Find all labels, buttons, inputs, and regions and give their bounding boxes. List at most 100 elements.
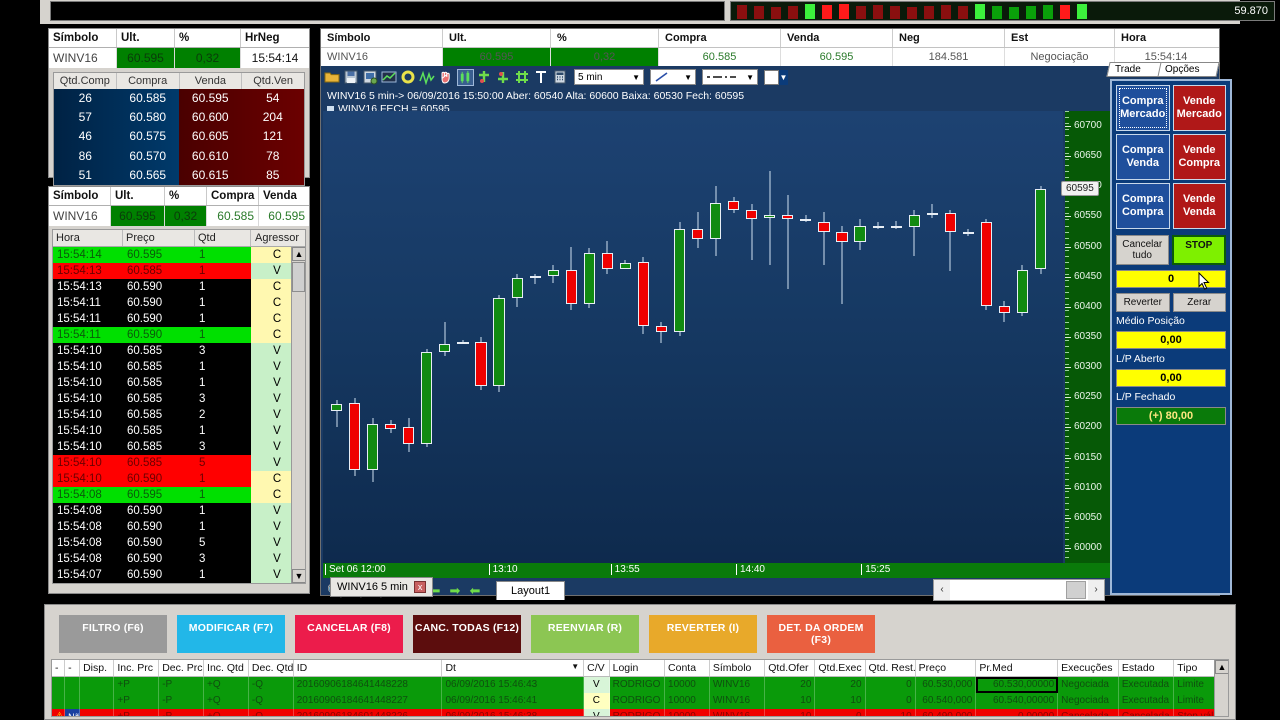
tt-row[interactable]: 15:54:1060.5855V	[53, 455, 305, 471]
book-row[interactable]: 60.600204	[179, 108, 304, 127]
hand-pan-icon[interactable]	[438, 69, 455, 86]
orders-col-header[interactable]: Inc. Prc	[114, 660, 159, 676]
action-button[interactable]: FILTRO (F6)	[59, 615, 167, 653]
open-folder-icon[interactable]	[324, 69, 341, 86]
book-row[interactable]: 8660.570	[54, 147, 179, 166]
color-picker[interactable]: ▼	[764, 70, 788, 85]
tt-row[interactable]: 15:54:0860.5903V	[53, 551, 305, 567]
color-swatch[interactable]	[764, 70, 779, 85]
chevron-down-icon-4[interactable]: ▼	[779, 70, 788, 85]
orders-col-header[interactable]: Dec. Qtd	[249, 660, 294, 676]
order-button-vende-compra[interactable]: VendeCompra	[1173, 134, 1227, 180]
chart-symbol-row[interactable]: WINV16 60.595 0,32 60.585 60.595 184.581…	[321, 48, 1219, 66]
export-chart-icon[interactable]	[381, 69, 398, 86]
add-buy-order-icon[interactable]	[476, 69, 493, 86]
tt-row[interactable]: 15:54:1160.5901C	[53, 311, 305, 327]
reverter-button[interactable]: Reverter	[1116, 293, 1170, 312]
orders-col-header[interactable]: Disp.	[80, 660, 114, 676]
book-row[interactable]: 2660.585	[54, 89, 179, 108]
order-button-compra-compra[interactable]: CompraCompra	[1116, 183, 1170, 229]
tt-row[interactable]: 15:54:0860.5905V	[53, 535, 305, 551]
orders-col-header[interactable]: Execuções	[1058, 660, 1119, 676]
tab-trade[interactable]: Trade	[1106, 62, 1161, 77]
orders-col-header[interactable]: Login	[610, 660, 665, 676]
cancel-all-button[interactable]: Cancelar tudo	[1116, 235, 1169, 265]
move-right-icon[interactable]: ➡	[447, 583, 463, 599]
save-as-icon[interactable]	[362, 69, 379, 86]
tt-row[interactable]: 15:54:0860.5901V	[53, 503, 305, 519]
orders-scrollbar[interactable]: ▲	[1214, 660, 1228, 716]
book-row[interactable]: 60.61585	[179, 166, 304, 185]
book-row[interactable]: 60.59554	[179, 89, 304, 108]
orders-table-row[interactable]: ⚠Não+P-P+Q-Q2016090618460144822606/09/20…	[52, 709, 1228, 717]
orders-col-header[interactable]: Qtd. Rest.	[866, 660, 916, 676]
order-button-compra-venda[interactable]: CompraVenda	[1116, 134, 1170, 180]
orders-col-header[interactable]: Dt▼	[442, 660, 584, 676]
chart-horizontal-scrollbar[interactable]: ‹ ›	[933, 579, 1105, 601]
orders-col-header[interactable]: Qtd.Ofer	[765, 660, 815, 676]
tt-row[interactable]: 15:54:1060.5853V	[53, 343, 305, 359]
tt-row[interactable]: 15:54:1060.5851V	[53, 423, 305, 439]
book-row[interactable]: 60.605121	[179, 127, 304, 146]
go-start-icon[interactable]: ⬅	[467, 583, 483, 599]
settings-gear-icon[interactable]	[400, 69, 417, 86]
tt-row[interactable]: 15:54:0760.5901V	[53, 583, 305, 584]
candlestick-icon[interactable]	[457, 69, 474, 86]
orders-table-row[interactable]: +P-P+Q-Q2016090618464144822706/09/2016 1…	[52, 693, 1228, 709]
orders-col-header[interactable]: Preço	[916, 660, 977, 676]
tt-row[interactable]: 15:54:1460.5951C	[53, 247, 305, 263]
orders-col-header[interactable]: C/V	[584, 660, 609, 676]
orders-col-header[interactable]: Qtd.Exec	[815, 660, 865, 676]
calculator-icon[interactable]	[552, 69, 569, 86]
orders-col-header[interactable]: Símbolo	[710, 660, 765, 676]
quote-row[interactable]: WINV16 60.595 0,32 15:54:14	[49, 48, 309, 68]
action-button[interactable]: REVERTER (I)	[649, 615, 757, 653]
tt-quote-row[interactable]: WINV16 60.595 0,32 60.585 60.595	[49, 206, 309, 226]
scroll-right-icon[interactable]: ›	[1088, 580, 1104, 600]
time-axis[interactable]: Set 06 12:0013:1013:5514:4015:25	[323, 563, 1121, 578]
tt-scroll-up-icon[interactable]: ▲	[292, 247, 306, 261]
orders-col-header[interactable]: Estado	[1119, 660, 1174, 676]
period-select[interactable]: 5 min ▼	[574, 69, 644, 85]
orders-col-header[interactable]: Inc. Qtd	[204, 660, 249, 676]
orders-col-header[interactable]: Dec. Prc	[159, 660, 204, 676]
tt-scroll-down-icon[interactable]: ▼	[292, 569, 306, 583]
order-button-compra-mercado[interactable]: CompraMercado	[1116, 85, 1170, 131]
action-button[interactable]: REENVIAR (R)	[531, 615, 639, 653]
order-button-vende-mercado[interactable]: VendeMercado	[1173, 85, 1227, 131]
orders-col-header[interactable]: -	[65, 660, 80, 676]
orders-col-header[interactable]: Conta	[665, 660, 710, 676]
tt-row[interactable]: 15:54:1060.5852V	[53, 407, 305, 423]
orders-col-header[interactable]: ID	[294, 660, 443, 676]
tt-row[interactable]: 15:54:1060.5901C	[53, 471, 305, 487]
book-row[interactable]: 4660.575	[54, 127, 179, 146]
text-tool-icon[interactable]	[533, 69, 550, 86]
tt-row[interactable]: 15:54:1160.5901C	[53, 327, 305, 343]
line-style-select[interactable]: ▼	[650, 69, 696, 85]
indicator-icon[interactable]	[419, 69, 436, 86]
tt-row[interactable]: 15:54:1060.5853V	[53, 439, 305, 455]
orders-col-header[interactable]: Pr.Med	[976, 660, 1058, 676]
orders-col-header[interactable]: -	[52, 660, 65, 676]
layout-tab[interactable]: Layout1	[496, 581, 565, 600]
close-icon[interactable]: x	[414, 581, 427, 593]
action-button[interactable]: CANCELAR (F8)	[295, 615, 403, 653]
book-row[interactable]: 60.61078	[179, 147, 304, 166]
tt-row[interactable]: 15:54:0860.5901V	[53, 519, 305, 535]
order-button-vende-venda[interactable]: VendeVenda	[1173, 183, 1227, 229]
grid-icon[interactable]	[514, 69, 531, 86]
dash-style-select[interactable]: ▼	[702, 69, 758, 85]
action-button[interactable]: CANC. TODAS (F12)	[413, 615, 521, 653]
action-button[interactable]: MODIFICAR (F7)	[177, 615, 285, 653]
chart-document-tab[interactable]: WINV16 5 min x	[330, 577, 433, 597]
tt-row[interactable]: 15:54:1160.5901C	[53, 295, 305, 311]
tt-row[interactable]: 15:54:1360.5901C	[53, 279, 305, 295]
save-icon[interactable]	[343, 69, 360, 86]
tt-row[interactable]: 15:54:1360.5851V	[53, 263, 305, 279]
book-row[interactable]: 5760.580	[54, 108, 179, 127]
action-button[interactable]: DET. DA ORDEM (F3)	[767, 615, 875, 653]
orders-scroll-up-icon[interactable]: ▲	[1215, 660, 1229, 674]
tt-row[interactable]: 15:54:1060.5851V	[53, 359, 305, 375]
tt-row[interactable]: 15:54:0760.5901V	[53, 567, 305, 583]
hscroll-thumb[interactable]	[1066, 581, 1086, 599]
